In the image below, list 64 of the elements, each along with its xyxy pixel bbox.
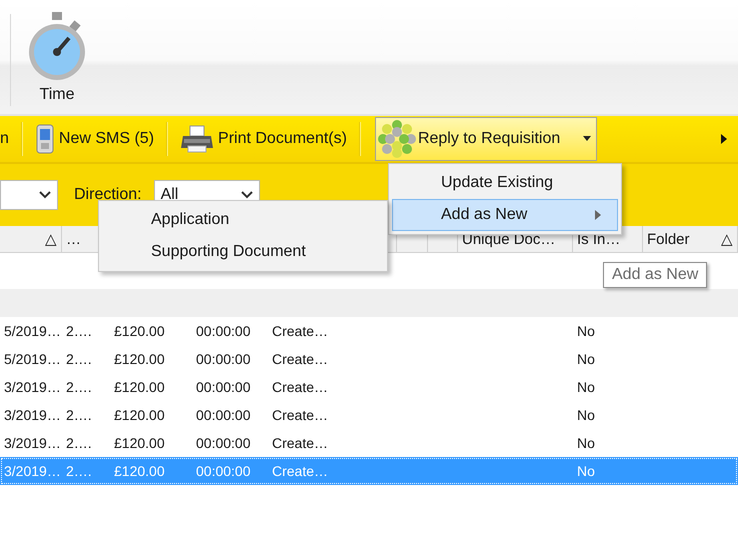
- table-cell-text: 00:00:00: [195, 379, 252, 395]
- table-row[interactable]: 3/2019… 2…. £120.00 00:00:00 Create… No: [0, 401, 738, 429]
- table-cell-text: 00:00:00: [195, 463, 252, 479]
- table-cell-text: 2….: [65, 351, 93, 367]
- table-cell-text: £120.00: [113, 323, 166, 339]
- chevron-down-icon: [39, 191, 51, 199]
- table-row[interactable]: 3/2019… 2…. £120.00 00:00:00 Create… No: [0, 373, 738, 401]
- table-cell-text: 2….: [65, 435, 93, 451]
- sort-indicator[interactable]: △: [45, 230, 57, 248]
- table-cell-text: 00:00:00: [195, 407, 252, 423]
- table-cell-text: £120.00: [113, 351, 166, 367]
- table-cell-text: 2….: [65, 323, 93, 339]
- table-cell-text: Create…: [271, 407, 330, 423]
- table-cell-text: No: [576, 407, 596, 423]
- menu-item[interactable]: Update Existing: [392, 167, 618, 199]
- print-documents-button[interactable]: Print Document(s): [218, 130, 347, 148]
- column-header[interactable]: Folder: [647, 230, 690, 248]
- table-cell-text: £120.00: [113, 435, 166, 451]
- table-row[interactable]: 5/2019… 2…. £120.00 00:00:00 Create… No: [0, 317, 738, 345]
- table-cell-text: £120.00: [113, 407, 166, 423]
- printer-icon: [180, 124, 214, 154]
- table-cell-text: Create…: [271, 351, 330, 367]
- tooltip: Add as New: [603, 262, 708, 288]
- table-cell-text: 2….: [65, 407, 93, 423]
- table-cell-text: £120.00: [113, 463, 166, 479]
- direction-label: Direction:: [74, 186, 142, 204]
- reply-to-requisition-button[interactable]: Reply to Requisition: [374, 117, 597, 161]
- table-cell-text: 00:00:00: [195, 351, 252, 367]
- table-cell-text: Create…: [271, 435, 330, 451]
- table-cell-text: 5/2019…: [3, 351, 62, 367]
- table-cell-text: No: [576, 435, 596, 451]
- table-cell-text: 00:00:00: [195, 323, 252, 339]
- toolbar-item[interactable]: n: [0, 130, 13, 148]
- table-cell-text: 3/2019…: [3, 407, 62, 423]
- table-cell-text: £120.00: [113, 379, 166, 395]
- table-cell-text: No: [576, 463, 596, 479]
- table-cell-text: 00:00:00: [195, 435, 252, 451]
- table-cell-text: 5/2019…: [3, 323, 62, 339]
- table-cell-text: 3/2019…: [3, 463, 62, 479]
- table-row[interactable]: 5/2019… 2…. £120.00 00:00:00 Create… No: [0, 345, 738, 373]
- caret-icon: [582, 136, 592, 142]
- table-cell-text: Create…: [271, 379, 330, 395]
- mobile-phone-icon: [34, 124, 55, 154]
- stopwatch-icon[interactable]: [27, 12, 87, 82]
- table-cell-text: Create…: [271, 323, 330, 339]
- table-cell-text: No: [576, 379, 596, 395]
- table-cell-text: 2….: [65, 379, 93, 395]
- column-header[interactable]: …: [66, 230, 81, 248]
- menu-item[interactable]: Supporting Document: [102, 236, 384, 268]
- table-cell-text: 3/2019…: [3, 435, 62, 451]
- sort-indicator[interactable]: △: [721, 230, 733, 248]
- menu-item[interactable]: Add as New: [392, 199, 618, 231]
- table-cell-text: No: [576, 351, 596, 367]
- chevron-down-icon: [240, 191, 253, 199]
- submenu-arrow-icon: [595, 210, 601, 220]
- flower-pattern-icon: [378, 120, 416, 158]
- table-cell-text: 3/2019…: [3, 379, 62, 395]
- table-cell-text: 2….: [65, 463, 93, 479]
- table-row[interactable]: 3/2019… 2…. £120.00 00:00:00 Create… No: [0, 429, 738, 457]
- table-cell-text: No: [576, 323, 596, 339]
- table-cell-text: Create…: [271, 463, 330, 479]
- new-sms-button[interactable]: New SMS (5): [58, 130, 154, 148]
- more-arrow-icon[interactable]: [720, 133, 728, 145]
- time-label[interactable]: Time: [40, 86, 74, 104]
